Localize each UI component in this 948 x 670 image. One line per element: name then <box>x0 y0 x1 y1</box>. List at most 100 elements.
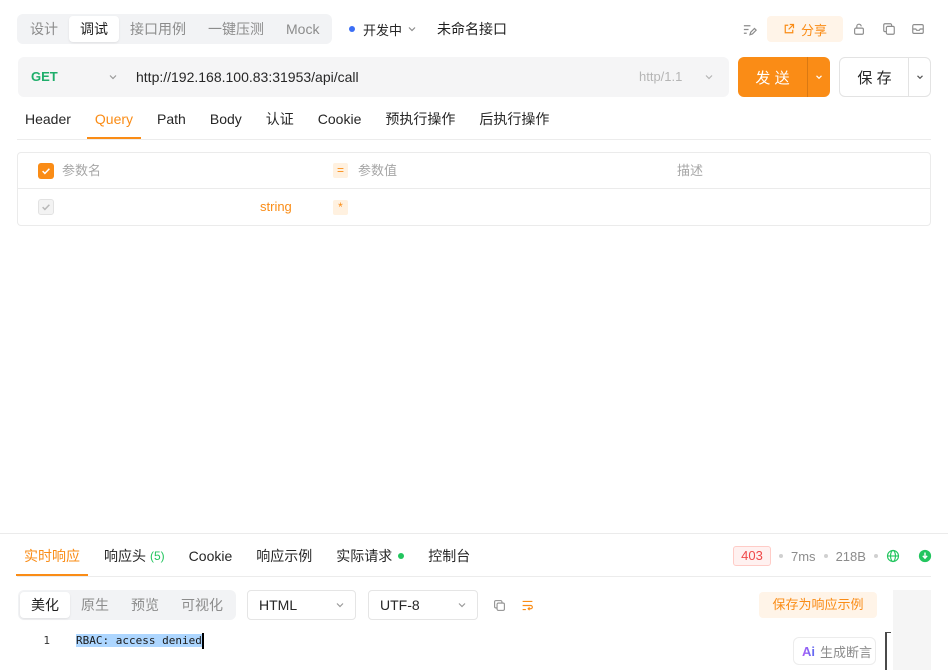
response-size: 218B <box>835 548 866 564</box>
response-body-editor[interactable]: RBAC: access denied <box>76 633 204 649</box>
tab-header[interactable]: Header <box>17 105 79 139</box>
format-value: HTML <box>259 597 298 613</box>
share-button[interactable]: 分享 <box>767 16 843 42</box>
tab-test-cases[interactable]: 接口用例 <box>119 16 197 42</box>
tab-label: 实时响应 <box>24 548 80 564</box>
tab-label: Cookie <box>188 548 233 564</box>
header-count-badge: (5) <box>150 549 165 563</box>
tab-response-examples[interactable]: 响应示例 <box>248 540 320 576</box>
status-code-badge: 403 <box>733 546 771 566</box>
view-visualize[interactable]: 可视化 <box>170 592 234 618</box>
view-raw[interactable]: 原生 <box>70 592 120 618</box>
tab-design[interactable]: 设计 <box>19 16 69 42</box>
lock-icon[interactable] <box>851 21 867 37</box>
share-icon <box>783 23 795 35</box>
view-preview[interactable]: 预览 <box>120 592 170 618</box>
selected-text: RBAC: access denied <box>76 634 202 647</box>
encoding-value: UTF-8 <box>380 597 420 613</box>
format-select[interactable]: HTML <box>247 590 356 620</box>
ai-button-label: 生成断言 <box>820 644 873 660</box>
download-circle-icon[interactable] <box>918 549 932 563</box>
minimap-viewport[interactable] <box>885 632 891 670</box>
tab-path[interactable]: Path <box>149 105 194 139</box>
equals-badge: = <box>333 163 348 178</box>
response-view-tabs: 美化 原生 预览 可视化 <box>18 590 236 620</box>
globe-icon[interactable] <box>886 549 900 563</box>
view-pretty[interactable]: 美化 <box>20 592 70 618</box>
tab-label: 实际请求 <box>336 548 393 564</box>
encoding-select[interactable]: UTF-8 <box>368 590 478 620</box>
tab-label: 响应示例 <box>256 548 313 564</box>
check-icon <box>42 204 50 211</box>
status-dot <box>349 26 355 32</box>
tab-body[interactable]: Body <box>202 105 250 139</box>
send-button[interactable]: 发 送 <box>738 57 807 97</box>
check-icon <box>42 168 50 175</box>
required-toggle[interactable]: * <box>333 200 348 215</box>
response-meta: 403 7ms 218B <box>733 545 932 567</box>
save-button-group: 保 存 <box>839 57 931 97</box>
tab-cookie[interactable]: Cookie <box>310 105 370 139</box>
chevron-down-icon[interactable] <box>704 72 714 82</box>
row-checkbox <box>38 199 54 215</box>
minimap-panel <box>893 590 931 670</box>
tab-mock[interactable]: Mock <box>275 16 330 42</box>
request-tabs: Header Query Path Body 认证 Cookie 预执行操作 后… <box>13 105 561 139</box>
ai-generate-assertion-button[interactable]: Ai 生成断言 <box>793 637 876 665</box>
ai-icon: Ai <box>802 643 815 659</box>
tab-pre-processors[interactable]: 预执行操作 <box>377 105 463 139</box>
method-selector[interactable]: GET <box>31 57 58 97</box>
tab-load-test[interactable]: 一键压测 <box>197 16 275 42</box>
request-tabs-divider <box>17 139 931 140</box>
chevron-down-icon[interactable] <box>108 72 118 82</box>
copy-icon[interactable] <box>492 598 506 612</box>
tab-label: 响应头 <box>104 548 146 564</box>
tab-debug[interactable]: 调试 <box>69 16 119 42</box>
save-as-example-button[interactable]: 保存为响应示例 <box>759 592 877 618</box>
table-row: string * <box>18 189 930 225</box>
response-tabs-divider <box>17 576 931 577</box>
url-input[interactable]: http://192.168.100.83:31953/api/call <box>136 57 359 97</box>
tab-console[interactable]: 控制台 <box>420 540 478 576</box>
chevron-down-icon <box>335 600 345 610</box>
response-time: 7ms <box>791 548 816 564</box>
separator-dot <box>873 554 878 558</box>
send-options-chevron-down-icon[interactable] <box>808 57 830 97</box>
separator-dot <box>823 554 828 558</box>
tab-auth[interactable]: 认证 <box>258 105 302 139</box>
archive-icon[interactable] <box>910 21 926 37</box>
separator-dot <box>779 554 783 558</box>
column-param-value: 参数值 <box>358 163 398 178</box>
response-tabs: 实时响应 响应头 (5) Cookie 响应示例 实际请求 控制台 <box>12 540 482 576</box>
api-name-input[interactable]: 未命名接口 <box>437 14 507 44</box>
chevron-down-icon <box>407 24 417 34</box>
line-number: 1 <box>43 634 50 647</box>
status-label: 开发中 <box>363 22 403 38</box>
table-header-row: 参数名 = 参数值 描述 <box>18 153 930 189</box>
column-param-name: 参数名 <box>62 163 102 178</box>
save-button[interactable]: 保 存 <box>840 58 909 96</box>
url-bar: GET http://192.168.100.83:31953/api/call… <box>18 57 729 97</box>
mode-tabs: 设计 调试 接口用例 一键压测 Mock <box>17 14 333 44</box>
query-params-table: 参数名 = 参数值 描述 string * <box>17 152 931 226</box>
api-status-selector[interactable]: 开发中 <box>349 14 417 44</box>
response-panel-border <box>0 533 948 534</box>
protocol-selector[interactable]: http/1.1 <box>639 57 682 97</box>
param-type-selector[interactable]: string <box>260 189 292 225</box>
copy-icon[interactable] <box>881 21 897 37</box>
wrap-lines-icon[interactable] <box>520 598 534 612</box>
select-all-checkbox[interactable] <box>38 163 54 179</box>
tab-post-processors[interactable]: 后执行操作 <box>471 105 557 139</box>
send-button-group: 发 送 <box>738 57 830 97</box>
text-cursor <box>201 633 204 649</box>
tab-response-cookie[interactable]: Cookie <box>181 540 241 576</box>
tab-live-response[interactable]: 实时响应 <box>16 540 88 576</box>
tab-actual-request[interactable]: 实际请求 <box>328 540 412 576</box>
chevron-down-icon <box>457 600 467 610</box>
column-description: 描述 <box>677 163 704 178</box>
save-options-chevron-down-icon[interactable] <box>909 58 930 96</box>
format-icon[interactable] <box>741 21 757 37</box>
status-dot <box>398 553 405 559</box>
tab-query[interactable]: Query <box>86 105 142 139</box>
tab-response-headers[interactable]: 响应头 (5) <box>96 540 173 576</box>
